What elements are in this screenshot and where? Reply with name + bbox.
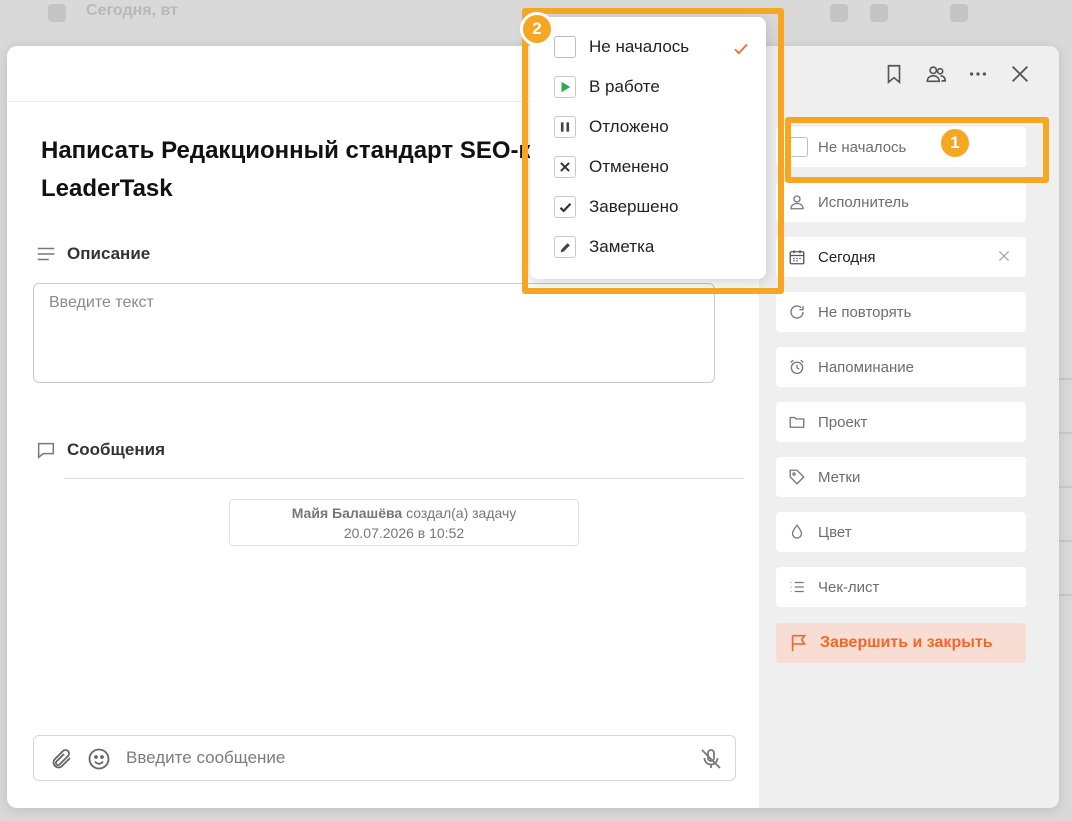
assignee-label: Исполнитель bbox=[818, 193, 909, 211]
repeat-field[interactable]: Не повторять bbox=[776, 292, 1026, 332]
message-input[interactable]: Введите сообщение bbox=[33, 735, 736, 781]
flag-icon bbox=[791, 634, 807, 652]
status-option-postponed[interactable]: Отложено bbox=[554, 107, 754, 147]
empty-checkbox-icon bbox=[554, 36, 576, 58]
status-option-not-started[interactable]: Не началось bbox=[554, 27, 754, 67]
close-icon[interactable] bbox=[1009, 62, 1031, 86]
description-field[interactable]: Введите текст bbox=[33, 283, 715, 383]
message-log-time: 20.07.2026 в 10:52 bbox=[343, 525, 465, 541]
chat-bubble-icon bbox=[37, 442, 55, 459]
reminder-field[interactable]: Напоминание bbox=[776, 347, 1026, 387]
background-row-text: Сегодня, вт bbox=[86, 2, 178, 19]
task-title-line-2: LeaderTask bbox=[41, 175, 173, 202]
checkmark-icon bbox=[554, 196, 576, 218]
repeat-icon bbox=[788, 303, 806, 321]
messages-heading: Сообщения bbox=[67, 440, 165, 459]
description-placeholder: Введите текст bbox=[49, 294, 154, 311]
tag-icon bbox=[788, 468, 806, 486]
background-filter-icon bbox=[830, 4, 848, 22]
task-title-line-1: Написать Редакционный стандарт SEO-к bbox=[41, 137, 531, 164]
description-header: Описание bbox=[35, 243, 150, 265]
status-option-label: Заметка bbox=[589, 237, 655, 256]
pause-icon bbox=[554, 116, 576, 138]
checklist-icon bbox=[788, 578, 806, 596]
status-option-label: Отложено bbox=[589, 117, 669, 136]
folder-icon bbox=[788, 413, 806, 431]
messages-divider bbox=[64, 478, 744, 479]
description-icon bbox=[37, 247, 55, 261]
message-log-text: Майя Балашёва создал(а) задачу bbox=[230, 503, 578, 523]
status-option-note[interactable]: Заметка bbox=[554, 227, 754, 267]
status-option-label: Завершено bbox=[589, 197, 679, 216]
paperclip-icon[interactable] bbox=[50, 747, 74, 771]
message-log-entry: Майя Балашёва создал(а) задачу 20.07.202… bbox=[229, 499, 579, 546]
tags-label: Метки bbox=[818, 468, 861, 486]
annotation-badge-1: 1 bbox=[938, 126, 972, 160]
repeat-label: Не повторять bbox=[818, 303, 912, 321]
messages-header: Сообщения bbox=[35, 439, 165, 461]
status-option-label: Отменено bbox=[589, 157, 669, 176]
checklist-field[interactable]: Чек-лист bbox=[776, 567, 1026, 607]
person-icon bbox=[788, 193, 806, 211]
tags-field[interactable]: Метки bbox=[776, 457, 1026, 497]
status-option-in-progress[interactable]: В работе bbox=[554, 67, 754, 107]
status-dropdown: Не началось В работе Отложено Отменено З… bbox=[530, 17, 766, 279]
bookmark-icon[interactable] bbox=[883, 62, 905, 86]
users-icon[interactable] bbox=[925, 62, 947, 86]
message-log-action: создал(а) задачу bbox=[402, 505, 517, 521]
alarm-clock-icon bbox=[788, 358, 806, 376]
calendar-icon bbox=[788, 248, 806, 266]
clear-date-icon[interactable] bbox=[996, 248, 1012, 264]
selected-checkmark-icon bbox=[734, 43, 748, 55]
finish-and-close-button[interactable]: Завершить и закрыть bbox=[776, 623, 1026, 663]
status-option-cancelled[interactable]: Отменено bbox=[554, 147, 754, 187]
background-row-icon bbox=[48, 4, 66, 22]
status-option-completed[interactable]: Завершено bbox=[554, 187, 754, 227]
status-option-label: Не началось bbox=[589, 37, 690, 56]
cancel-x-icon bbox=[554, 156, 576, 178]
modal-toolbar bbox=[883, 62, 1031, 86]
status-checkbox-icon bbox=[788, 137, 808, 157]
color-field[interactable]: Цвет bbox=[776, 512, 1026, 552]
project-label: Проект bbox=[818, 413, 868, 431]
microphone-off-icon[interactable] bbox=[699, 747, 723, 771]
project-field[interactable]: Проект bbox=[776, 402, 1026, 442]
annotation-badge-2: 2 bbox=[520, 12, 554, 46]
task-title[interactable]: Написать Редакционный стандарт SEO-к Lea… bbox=[41, 132, 581, 208]
checklist-label: Чек-лист bbox=[818, 578, 880, 596]
pencil-icon bbox=[554, 236, 576, 258]
due-date-label: Сегодня bbox=[818, 248, 876, 266]
play-icon bbox=[554, 76, 576, 98]
droplet-icon bbox=[788, 523, 806, 541]
status-option-label: В работе bbox=[589, 77, 660, 96]
status-field[interactable]: Не началось bbox=[776, 127, 1026, 167]
reminder-label: Напоминание bbox=[818, 358, 914, 376]
background-search-icon bbox=[870, 4, 888, 22]
finish-and-close-label: Завершить и закрыть bbox=[820, 634, 993, 651]
more-icon[interactable] bbox=[967, 62, 989, 86]
color-label: Цвет bbox=[818, 523, 852, 541]
status-label: Не началось bbox=[818, 138, 907, 156]
background-menu-icon bbox=[950, 4, 968, 22]
due-date-field[interactable]: Сегодня bbox=[776, 237, 1026, 277]
message-log-author: Майя Балашёва bbox=[291, 505, 403, 521]
emoji-icon[interactable] bbox=[87, 747, 111, 771]
description-heading: Описание bbox=[67, 244, 151, 263]
assignee-field[interactable]: Исполнитель bbox=[776, 182, 1026, 222]
message-input-placeholder: Введите сообщение bbox=[126, 748, 286, 767]
